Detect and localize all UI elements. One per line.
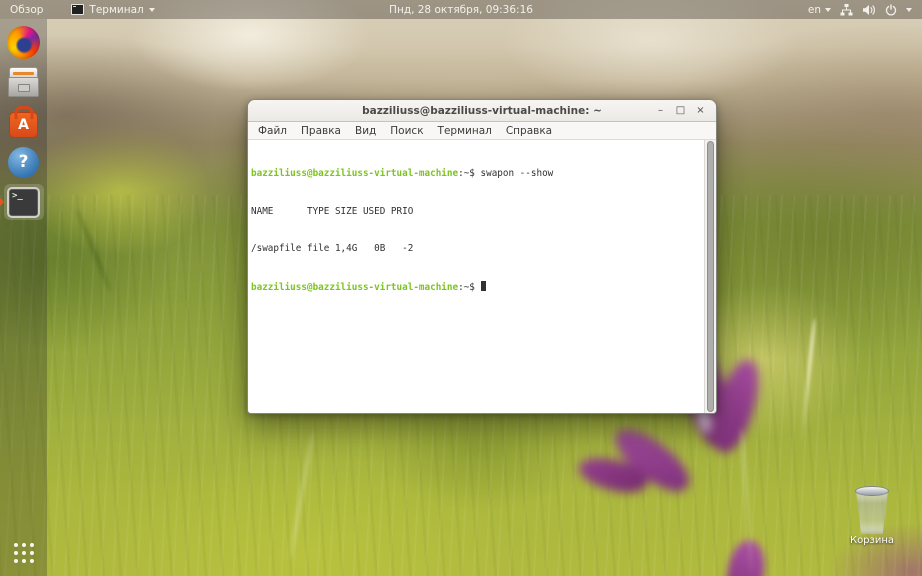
firefox-icon (7, 26, 40, 59)
trash-icon-rim (855, 486, 889, 496)
grid-dot (30, 551, 34, 555)
clock-label: Пнд, 28 октября, 09:36:16 (389, 4, 533, 16)
power-icon[interactable] (885, 4, 897, 16)
dock-item-ubuntu-software[interactable] (4, 104, 44, 140)
prompt-suffix: :~$ (458, 282, 480, 293)
clock-button[interactable]: Пнд, 28 октября, 09:36:16 (389, 0, 533, 19)
running-indicator (0, 198, 4, 206)
command-text: swapon --show (481, 168, 554, 179)
keyboard-layout-label: en (808, 4, 821, 16)
terminal-mini-icon (71, 4, 84, 15)
show-applications-button[interactable] (14, 543, 34, 563)
grid-dot (30, 559, 34, 563)
files-icon (8, 67, 39, 97)
dock-item-firefox[interactable] (4, 24, 44, 60)
chevron-down-icon (825, 8, 831, 12)
menu-search[interactable]: Поиск (383, 122, 430, 139)
dock-item-files[interactable] (4, 64, 44, 100)
top-bar: Обзор Терминал Пнд, 28 октября, 09:36:16… (0, 0, 922, 19)
terminal-cursor (481, 281, 487, 292)
menu-file[interactable]: Файл (251, 122, 294, 139)
grid-dot (14, 559, 18, 563)
app-menu-label: Терминал (89, 4, 143, 16)
terminal-window: bazziliuss@bazziliuss-virtual-machine: ~… (247, 99, 717, 414)
files-icon-folder (13, 72, 34, 75)
desktop: Обзор Терминал Пнд, 28 октября, 09:36:16… (0, 0, 922, 576)
minimize-button[interactable]: – (654, 103, 667, 118)
chevron-down-icon (149, 8, 155, 12)
prompt-user-host: bazziliuss@bazziliuss-virtual-machine (251, 168, 458, 179)
terminal-line-4: bazziliuss@bazziliuss-virtual-machine:~$ (251, 281, 700, 295)
activities-label: Обзор (10, 4, 43, 16)
window-titlebar[interactable]: bazziliuss@bazziliuss-virtual-machine: ~… (248, 100, 716, 122)
scrollbar-track[interactable] (704, 140, 716, 413)
menu-terminal[interactable]: Терминал (431, 122, 499, 139)
terminal-screen[interactable]: bazziliuss@bazziliuss-virtual-machine:~$… (248, 140, 716, 413)
prompt-suffix: :~$ (458, 168, 480, 179)
volume-icon[interactable] (862, 4, 876, 16)
trash-desktop-icon[interactable]: Корзина (845, 486, 899, 546)
trash-icon (854, 486, 890, 534)
files-icon-handle (18, 84, 30, 92)
chevron-down-icon (906, 8, 912, 12)
terminal-line-1: bazziliuss@bazziliuss-virtual-machine:~$… (251, 168, 700, 181)
dock-item-help[interactable] (4, 144, 44, 180)
menu-view[interactable]: Вид (348, 122, 383, 139)
menu-help[interactable]: Справка (499, 122, 559, 139)
keyboard-layout-indicator[interactable]: en (808, 4, 831, 16)
close-button[interactable]: × (694, 103, 707, 118)
prompt-user-host: bazziliuss@bazziliuss-virtual-machine (251, 282, 458, 293)
ubuntu-software-icon (9, 112, 38, 138)
grid-dot (14, 543, 18, 547)
window-controls: – □ × (654, 103, 716, 118)
network-icon[interactable] (840, 4, 853, 16)
system-status-area[interactable]: en (798, 0, 922, 19)
grid-dot (30, 543, 34, 547)
app-menu-button[interactable]: Терминал (65, 0, 160, 19)
trash-label: Корзина (845, 535, 899, 546)
grid-dot (22, 551, 26, 555)
maximize-button[interactable]: □ (674, 103, 687, 118)
help-icon (8, 147, 39, 178)
terminal-output-line: /swapfile file 1,4G 0B -2 (251, 243, 700, 256)
terminal-output-line: NAME TYPE SIZE USED PRIO (251, 206, 700, 219)
window-title: bazziliuss@bazziliuss-virtual-machine: ~ (248, 105, 716, 117)
scrollbar-thumb[interactable] (707, 141, 714, 412)
menu-bar: Файл Правка Вид Поиск Терминал Справка (248, 122, 716, 140)
dock-item-terminal[interactable] (4, 184, 44, 220)
grid-dot (22, 559, 26, 563)
activities-button[interactable]: Обзор (0, 0, 53, 19)
trash-icon-body (854, 490, 890, 534)
grid-dot (22, 543, 26, 547)
terminal-icon (7, 187, 40, 218)
menu-edit[interactable]: Правка (294, 122, 348, 139)
grid-dot (14, 551, 18, 555)
dock (0, 19, 47, 576)
